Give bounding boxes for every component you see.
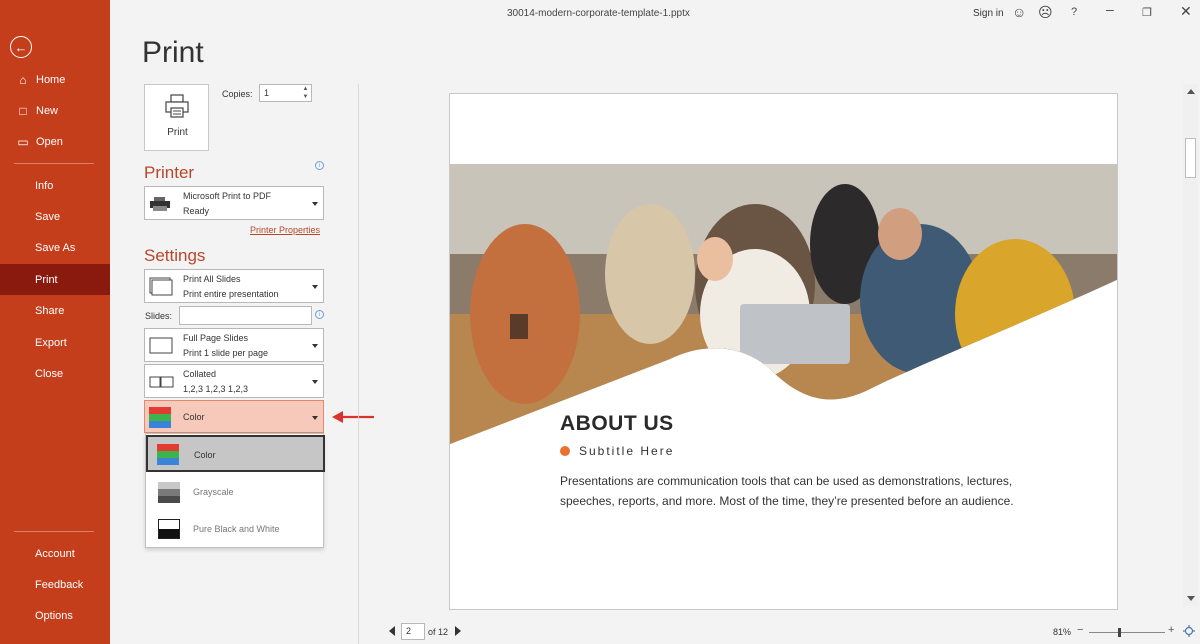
team-photo bbox=[450, 164, 1117, 444]
orange-bullet-dot bbox=[560, 446, 570, 456]
print-button[interactable]: Print bbox=[144, 84, 209, 151]
color-options-menu: Color Grayscale Pure Black and White bbox=[145, 433, 325, 548]
zoom-slider-thumb[interactable] bbox=[1118, 628, 1121, 637]
slides-label: Slides: bbox=[145, 311, 173, 321]
sidebar-divider bbox=[14, 163, 94, 164]
close-window-icon[interactable]: ✕ bbox=[1180, 3, 1192, 20]
printer-icon bbox=[165, 94, 189, 118]
color-option-color[interactable]: Color bbox=[146, 435, 325, 472]
zoom-slider[interactable] bbox=[1089, 632, 1165, 633]
home-icon: ⌂ bbox=[19, 72, 27, 87]
zoom-level: 81% bbox=[1053, 627, 1072, 637]
sidebar-item-info[interactable]: Info bbox=[0, 170, 110, 201]
collated-pages-icon bbox=[149, 376, 174, 388]
info-icon[interactable]: i bbox=[315, 310, 324, 319]
back-arrow-icon[interactable]: ← bbox=[10, 36, 32, 58]
minimize-icon[interactable]: – bbox=[1106, 1, 1114, 17]
chevron-down-icon bbox=[312, 380, 318, 384]
sidebar-item-options[interactable]: Options bbox=[0, 600, 110, 631]
copies-label: Copies: bbox=[222, 89, 253, 99]
restore-icon[interactable]: ❐ bbox=[1142, 6, 1152, 19]
chevron-down-icon bbox=[312, 416, 318, 420]
sidebar-item-feedback[interactable]: Feedback bbox=[0, 569, 110, 600]
slide-subtitle: Subtitle Here bbox=[579, 444, 675, 458]
grayscale-swatch-icon bbox=[158, 482, 180, 503]
color-swatch-icon bbox=[149, 407, 171, 428]
page-title: Print bbox=[142, 36, 204, 69]
sidebar-divider bbox=[14, 531, 94, 532]
previous-page-icon[interactable] bbox=[389, 626, 395, 636]
red-arrow-annotation-icon bbox=[332, 411, 374, 423]
document-title: 30014-modern-corporate-template-1.pptx bbox=[507, 8, 690, 19]
color-swatch-icon bbox=[157, 444, 179, 465]
chevron-down-icon bbox=[312, 285, 318, 289]
new-doc-icon: □ bbox=[19, 103, 27, 118]
scroll-up-icon[interactable] bbox=[1187, 89, 1195, 94]
zoom-out-icon[interactable]: − bbox=[1077, 624, 1083, 636]
sidebar-item-open[interactable]: ▭ Open bbox=[0, 126, 110, 157]
next-page-icon[interactable] bbox=[455, 626, 461, 636]
sidebar-item-save[interactable]: Save bbox=[0, 201, 110, 232]
color-dropdown[interactable]: Color bbox=[144, 400, 324, 433]
slides-input[interactable] bbox=[179, 306, 312, 325]
full-page-slide-icon bbox=[149, 337, 173, 354]
help-icon[interactable]: ? bbox=[1071, 6, 1077, 18]
slide-heading: ABOUT US bbox=[560, 412, 674, 435]
printer-device-icon bbox=[150, 197, 170, 211]
frown-feedback-icon[interactable]: ☹ bbox=[1038, 4, 1053, 21]
page-number-input[interactable]: 2 bbox=[401, 623, 425, 640]
color-option-grayscale[interactable]: Grayscale bbox=[147, 474, 324, 511]
sidebar-item-print[interactable]: Print bbox=[0, 264, 110, 295]
info-icon[interactable]: i bbox=[315, 161, 324, 170]
smile-feedback-icon[interactable]: ☺ bbox=[1012, 4, 1026, 20]
zoom-to-page-icon[interactable] bbox=[1183, 625, 1195, 637]
printer-heading: Printer bbox=[144, 163, 195, 182]
panel-divider bbox=[358, 84, 359, 644]
sidebar-item-home[interactable]: ⌂ Home bbox=[0, 64, 110, 95]
scrollbar-thumb[interactable] bbox=[1185, 138, 1196, 178]
settings-heading: Settings bbox=[144, 246, 206, 265]
scroll-down-icon[interactable] bbox=[1187, 596, 1195, 601]
sign-in-link[interactable]: Sign in bbox=[973, 8, 1004, 19]
zoom-in-icon[interactable]: + bbox=[1168, 624, 1174, 636]
sidebar-item-close[interactable]: Close bbox=[0, 358, 110, 389]
slides-stack-icon bbox=[149, 277, 173, 296]
slide-body-text: Presentations are communication tools th… bbox=[560, 474, 1014, 508]
backstage-sidebar: ← ⌂ Home □ New ▭ Open Info Save Save As … bbox=[0, 0, 110, 644]
title-bar: 30014-modern-corporate-template-1.pptx S… bbox=[110, 0, 1200, 28]
sidebar-item-account[interactable]: Account bbox=[0, 538, 110, 569]
color-option-black-white[interactable]: Pure Black and White bbox=[147, 511, 324, 548]
slide-preview: ABOUT US Subtitle Here Presentations are… bbox=[449, 93, 1118, 610]
page-count: of 12 bbox=[428, 627, 449, 637]
print-range-dropdown[interactable]: Print All Slides Print entire presentati… bbox=[144, 269, 324, 303]
chevron-down-icon bbox=[312, 202, 318, 206]
folder-icon: ▭ bbox=[17, 134, 29, 149]
printer-dropdown[interactable]: Microsoft Print to PDF Ready bbox=[144, 186, 324, 220]
sidebar-item-export[interactable]: Export bbox=[0, 327, 110, 358]
sidebar-item-save-as[interactable]: Save As bbox=[0, 232, 110, 263]
black-white-swatch-icon bbox=[158, 519, 180, 539]
printer-properties-link[interactable]: Printer Properties bbox=[250, 225, 320, 235]
chevron-down-icon bbox=[312, 344, 318, 348]
collation-dropdown[interactable]: Collated 1,2,3 1,2,3 1,2,3 bbox=[144, 364, 324, 398]
sidebar-item-share[interactable]: Share bbox=[0, 295, 110, 326]
copies-stepper[interactable]: ▲ ▼ bbox=[300, 85, 311, 101]
sidebar-item-new[interactable]: □ New bbox=[0, 95, 110, 126]
layout-dropdown[interactable]: Full Page Slides Print 1 slide per page bbox=[144, 328, 324, 362]
